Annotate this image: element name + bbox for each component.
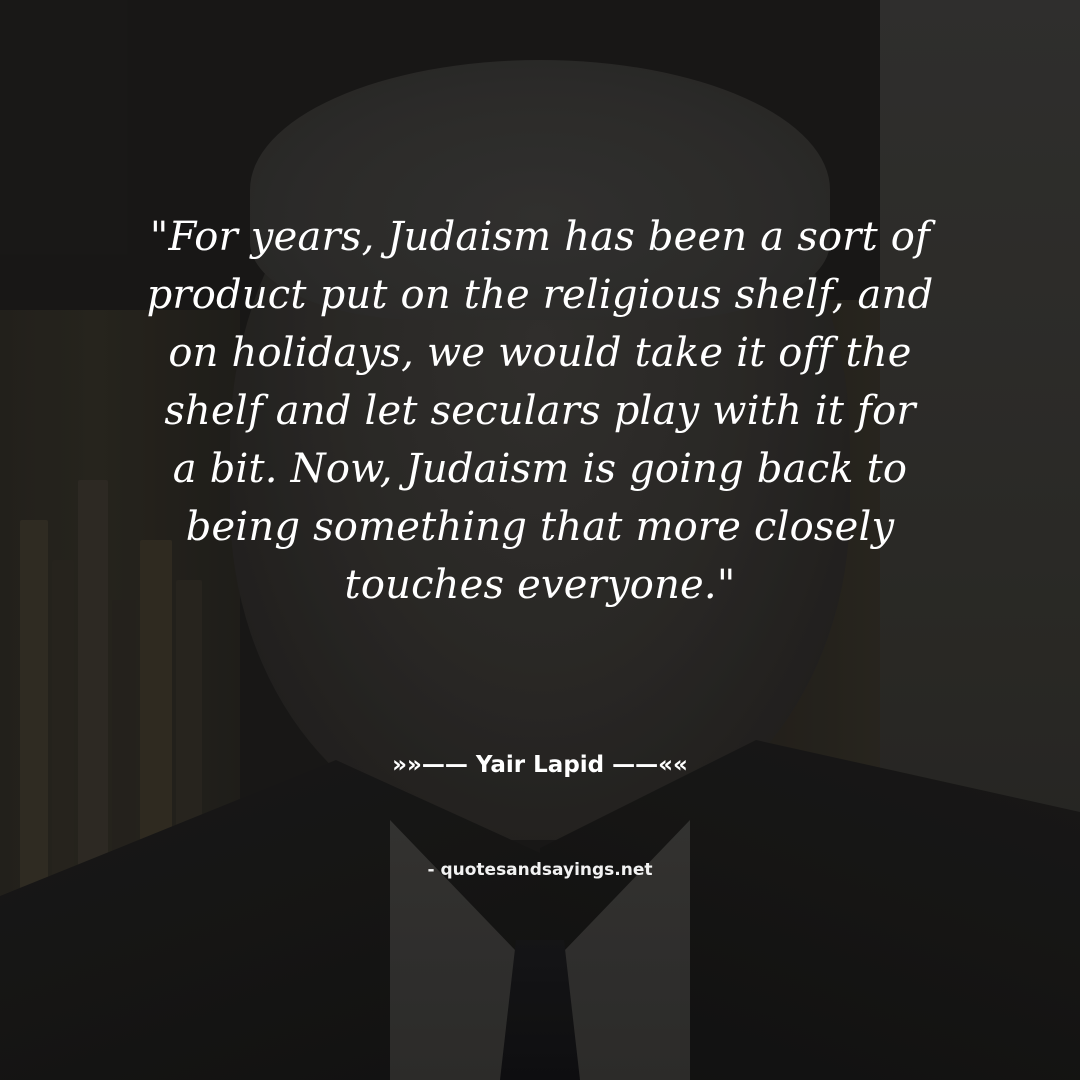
- quote-line: touches everyone.": [344, 562, 736, 608]
- quote-author: »»—— Yair Lapid ——««: [392, 752, 688, 778]
- quote-line: on holidays, we would take it off the: [168, 330, 912, 376]
- quote-card: "For years, Judaism has been a sort of p…: [0, 0, 1080, 1080]
- quote-text: "For years, Judaism has been a sort of p…: [90, 208, 990, 614]
- quote-line: shelf and let seculars play with it for: [164, 388, 916, 434]
- quote-line: a bit. Now, Judaism is going back to: [172, 446, 908, 492]
- quote-line: "For years, Judaism has been a sort of: [149, 214, 931, 260]
- source-credit: - quotesandsayings.net: [427, 860, 653, 880]
- quote-line: product put on the religious shelf, and: [146, 272, 934, 318]
- quote-line: being something that more closely: [185, 504, 895, 550]
